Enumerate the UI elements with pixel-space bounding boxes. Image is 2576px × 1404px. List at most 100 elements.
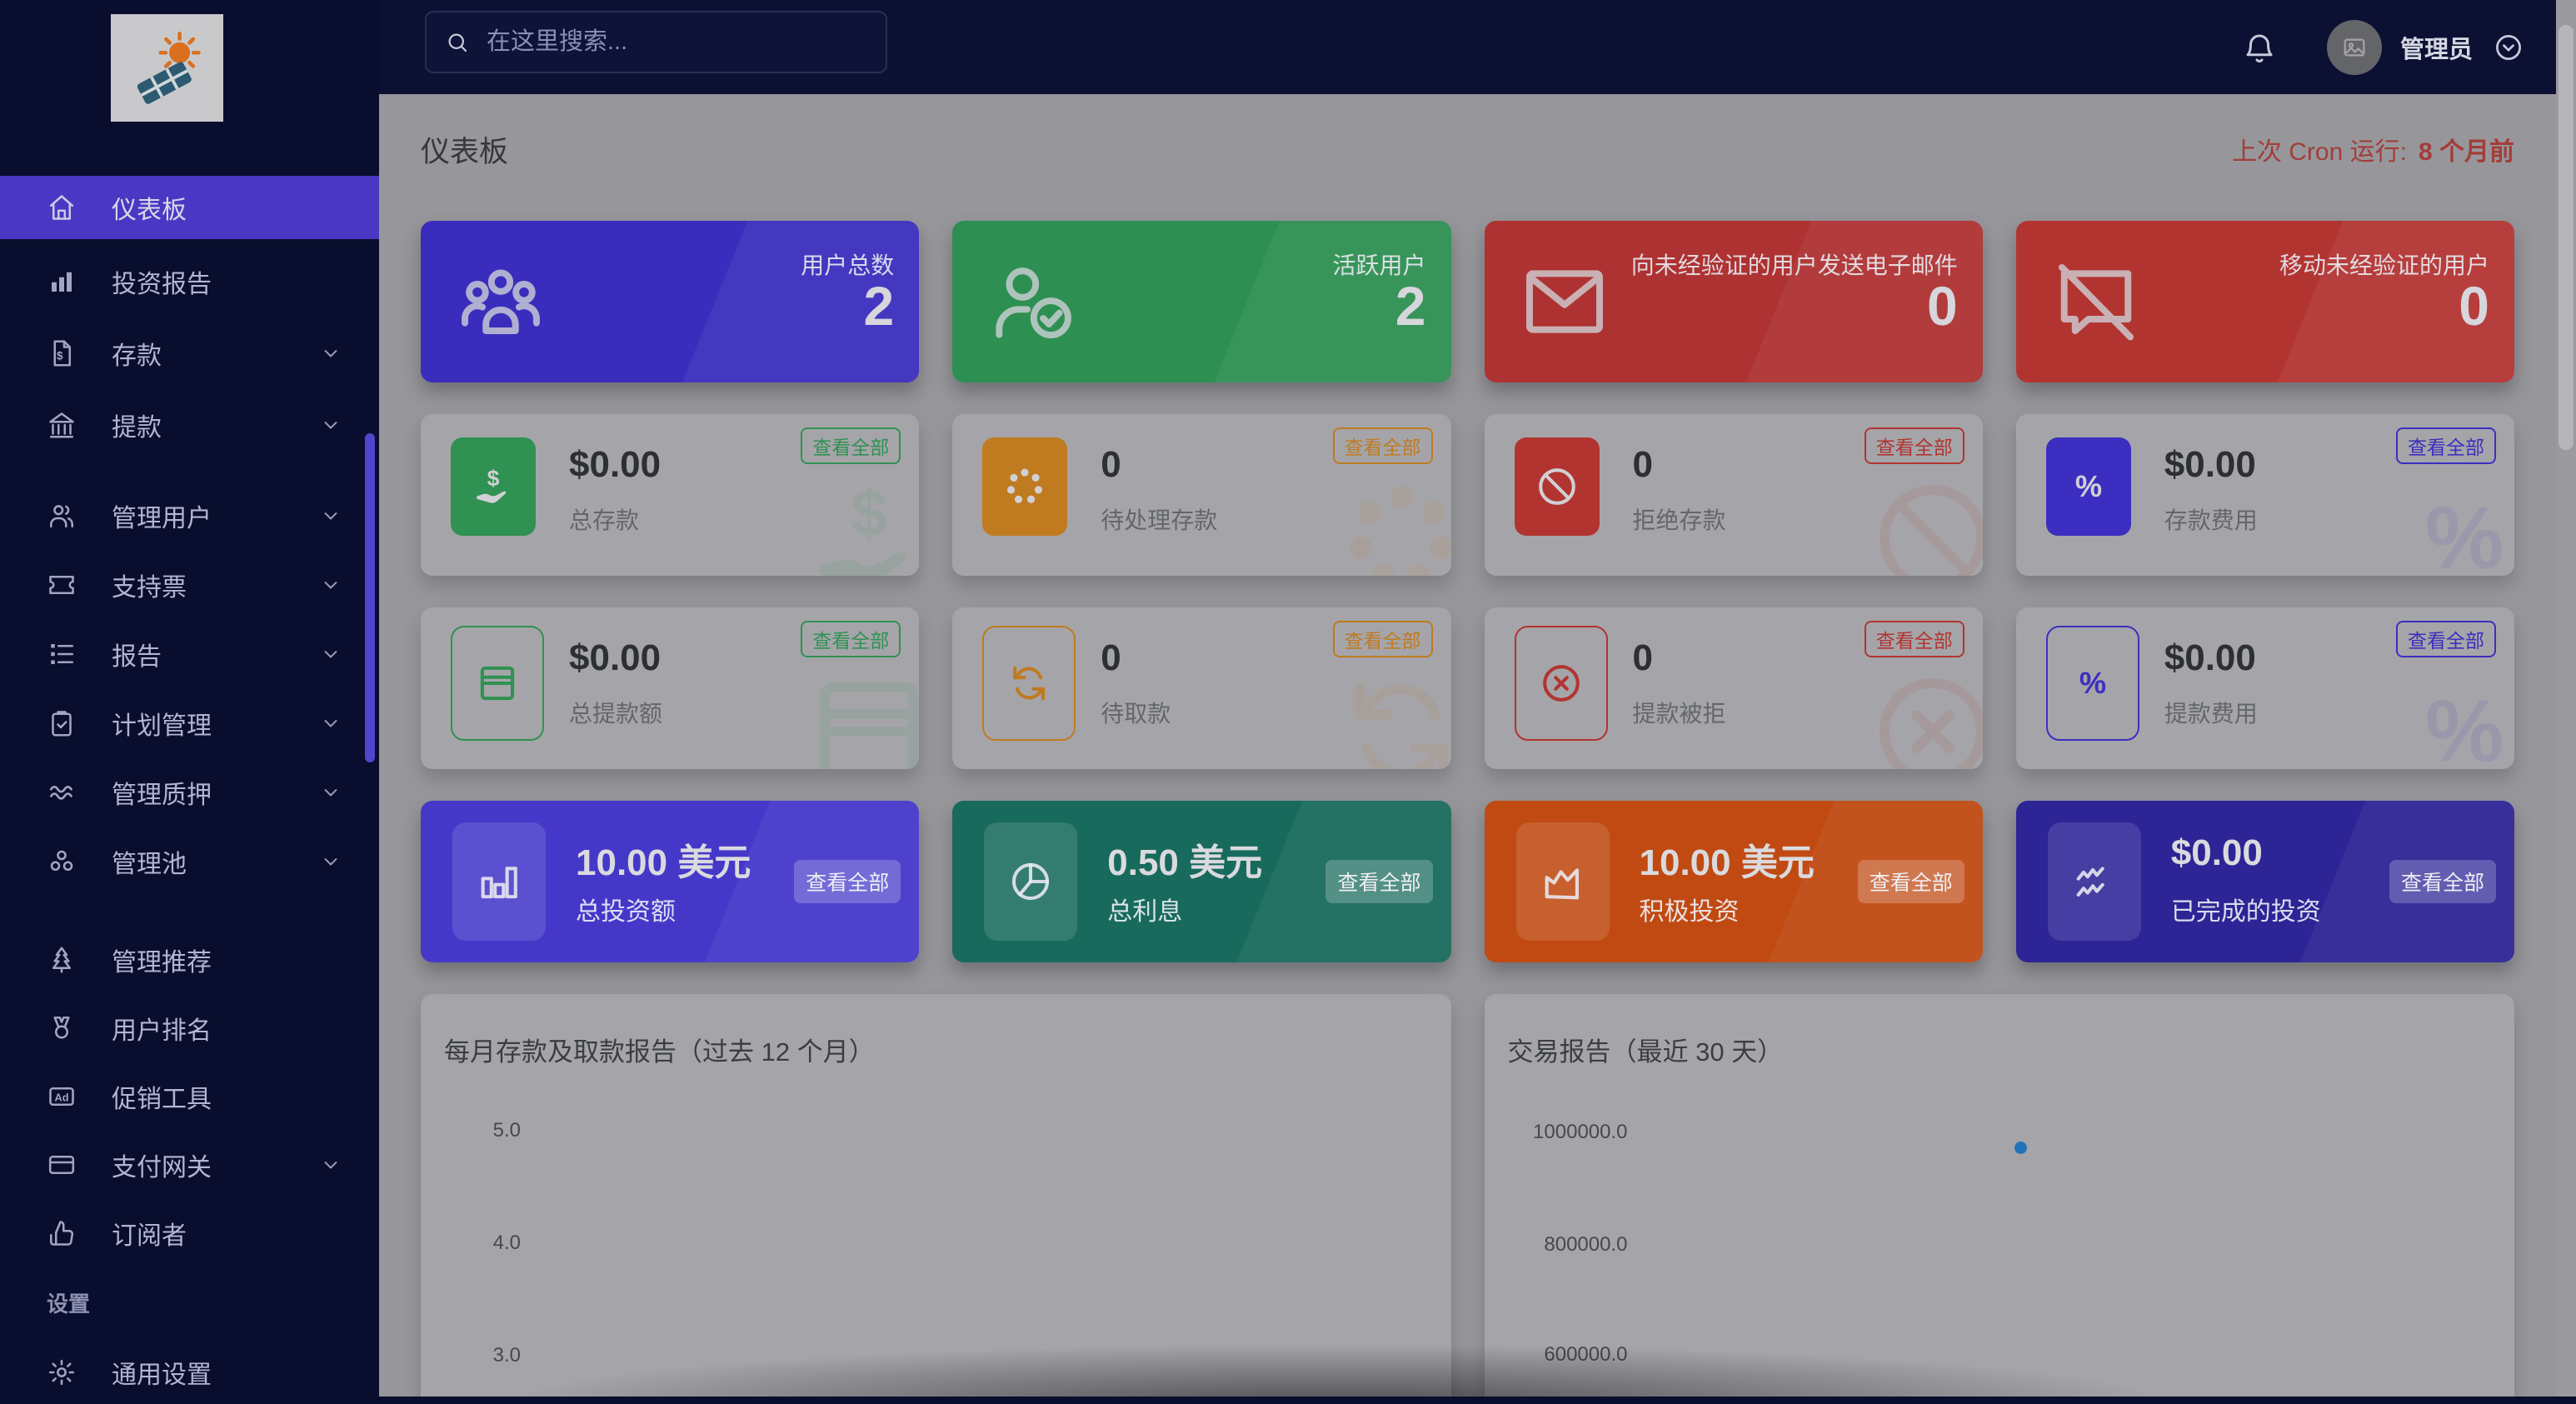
user-menu-chevron-icon[interactable] — [2493, 32, 2524, 63]
hero-card-0[interactable]: 用户总数2 — [421, 221, 919, 382]
brand-logo[interactable] — [111, 14, 223, 122]
stat-value: 0 — [1633, 637, 1653, 679]
hero-card-1[interactable]: 活跃用户2 — [952, 221, 1450, 382]
bank-icon — [47, 410, 77, 440]
search-box[interactable] — [425, 11, 887, 73]
sidebar-item-11[interactable]: 用户排名 — [0, 997, 379, 1060]
sidebar-item-2[interactable]: $存款 — [0, 322, 379, 385]
pie-chart-icon — [984, 822, 1077, 941]
sidebar-item-10[interactable]: 管理推荐 — [0, 928, 379, 992]
sidebar-item-label: 订阅者 — [112, 1215, 187, 1252]
sidebar-item-3[interactable]: 提款 — [0, 393, 379, 457]
sidebar-item-8[interactable]: 管理质押 — [0, 761, 379, 824]
sidebar-item-1[interactable]: 投资报告 — [0, 250, 379, 313]
percent-icon: % — [2046, 626, 2139, 741]
sidebar-item-label: 投资报告 — [112, 263, 212, 300]
view-all-badge[interactable]: 查看全部 — [2396, 427, 2496, 464]
svg-text:%: % — [2425, 487, 2504, 576]
sidebar-item-label: 计划管理 — [112, 705, 212, 742]
search-input[interactable] — [485, 27, 867, 57]
invest-card-1[interactable]: 0.50 美元总利息查看全部 — [952, 801, 1450, 962]
sidebar-item-label: 用户排名 — [112, 1010, 212, 1047]
solar-sun-logo-icon — [126, 27, 209, 110]
avatar[interactable] — [2327, 20, 2382, 75]
chevron-down-icon — [319, 712, 342, 735]
hero-card-2[interactable]: 向未经验证的用户发送电子邮件0 — [1485, 221, 1983, 382]
sidebar-item-label: 管理用户 — [112, 497, 212, 534]
svg-text:$: $ — [851, 476, 887, 549]
notifications-bell-icon[interactable] — [2242, 30, 2277, 65]
chevron-down-icon — [319, 642, 342, 666]
view-all-badge[interactable]: 查看全部 — [794, 860, 901, 903]
sidebar-item-0[interactable]: 仪表板 — [0, 176, 379, 239]
hero-card-3[interactable]: 移动未经验证的用户0 — [2016, 221, 2514, 382]
data-point[interactable] — [2014, 1142, 2027, 1154]
sidebar-item-label: 提款 — [112, 407, 162, 443]
svg-text:Ad: Ad — [55, 1091, 69, 1103]
invest-card-0[interactable]: 10.00 美元总投资额查看全部 — [421, 801, 919, 962]
stat-card-deposit-row-2: 0拒绝存款查看全部 — [1485, 414, 1983, 576]
sidebar-item-5[interactable]: 支持票 — [0, 553, 379, 617]
withdraw-cards-row: $0.00总提款额查看全部0待取款查看全部0提款被拒查看全部%$0.00提款费用… — [421, 607, 2514, 769]
ban-watermark-icon — [1862, 467, 1983, 576]
users-group-icon — [454, 255, 547, 348]
view-all-badge[interactable]: 查看全部 — [1325, 860, 1432, 903]
stat-label: 拒绝存款 — [1633, 502, 1726, 536]
y-tick: 1000000.0 — [1485, 1121, 1628, 1144]
invest-card-label: 已完成的投资 — [2171, 891, 2321, 927]
stat-value: $0.00 — [2164, 637, 2256, 679]
sidebar-section-settings: 设置 — [47, 1287, 90, 1318]
hero-card-label: 活跃用户 — [1332, 247, 1425, 281]
ad-icon: Ad — [47, 1082, 77, 1112]
stat-card-withdraw-row-2: 0提款被拒查看全部 — [1485, 607, 1983, 769]
view-all-badge[interactable]: 查看全部 — [801, 621, 901, 657]
sidebar-item-12[interactable]: Ad促销工具 — [0, 1065, 379, 1128]
pool-icon — [47, 847, 77, 877]
page-scrollbar[interactable] — [2556, 0, 2576, 1397]
sidebar-item-label: 通用设置 — [112, 1354, 212, 1391]
home-icon — [47, 192, 77, 222]
stat-label: 提款费用 — [2164, 696, 2258, 729]
page-scrollbar-thumb[interactable] — [2559, 25, 2574, 450]
stat-value: $0.00 — [2164, 444, 2256, 486]
stat-value: 0 — [1101, 637, 1121, 679]
view-all-badge[interactable]: 查看全部 — [1865, 427, 1964, 464]
view-all-badge[interactable]: 查看全部 — [2396, 621, 2496, 657]
view-all-badge[interactable]: 查看全部 — [1333, 427, 1433, 464]
waves-icon — [47, 777, 77, 807]
cron-value: 8 个月前 — [2419, 138, 2514, 166]
view-all-badge[interactable]: 查看全部 — [1865, 621, 1964, 657]
bar-chart-icon — [452, 822, 546, 941]
zigzag-icon — [2048, 822, 2141, 941]
sidebar-item-15[interactable]: 通用设置 — [0, 1341, 379, 1404]
view-all-badge[interactable]: 查看全部 — [2389, 860, 2496, 903]
stat-value: $0.00 — [569, 444, 661, 486]
svg-text:%: % — [2425, 681, 2504, 769]
stat-value: 0 — [1101, 444, 1121, 486]
invest-card-3[interactable]: $0.00 已完成的投资 查看全部 — [2016, 801, 2514, 962]
credit-card-icon — [47, 1150, 77, 1180]
sidebar-item-label: 管理池 — [112, 843, 187, 880]
x-circle-icon — [1515, 626, 1608, 741]
tree-icon — [47, 945, 77, 975]
invest-card-value: $0.00 — [2171, 832, 2263, 874]
sidebar-item-4[interactable]: 管理用户 — [0, 484, 379, 547]
view-all-badge[interactable]: 查看全部 — [801, 427, 901, 464]
hand-dollar-watermark-icon: $ — [798, 467, 919, 576]
view-all-badge[interactable]: 查看全部 — [1333, 621, 1433, 657]
view-all-badge[interactable]: 查看全部 — [1858, 860, 1964, 903]
sidebar-item-13[interactable]: 支付网关 — [0, 1133, 379, 1197]
area-chart-icon — [1516, 822, 1610, 941]
sidebar-item-14[interactable]: 订阅者 — [0, 1202, 379, 1265]
y-tick: 800000.0 — [1485, 1233, 1628, 1257]
percent-icon: % — [2046, 437, 2131, 536]
stat-card-withdraw-row-0: $0.00总提款额查看全部 — [421, 607, 919, 769]
medal-icon — [47, 1013, 77, 1043]
sidebar-item-7[interactable]: 计划管理 — [0, 692, 379, 755]
stat-label: 总提款额 — [569, 696, 662, 729]
sidebar-scrollbar[interactable] — [365, 433, 375, 762]
hero-card-value: 0 — [1927, 274, 1958, 337]
sidebar-item-6[interactable]: 报告 — [0, 622, 379, 686]
invest-card-2[interactable]: 10.00 美元积极投资查看全部 — [1485, 801, 1983, 962]
sidebar-item-9[interactable]: 管理池 — [0, 830, 379, 893]
